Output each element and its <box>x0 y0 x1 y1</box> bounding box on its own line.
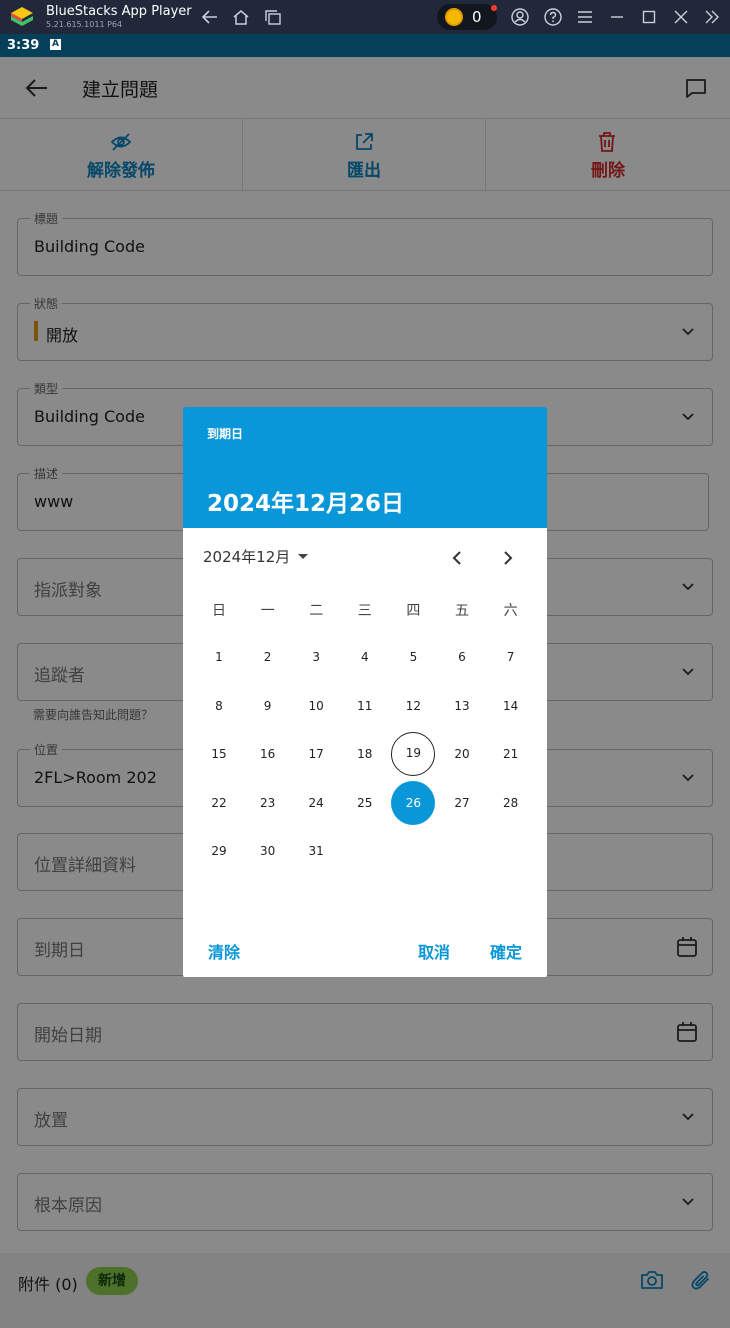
recent-apps-icon[interactable] <box>263 7 283 27</box>
close-icon[interactable] <box>671 7 691 27</box>
notification-dot <box>491 5 497 11</box>
calendar-day[interactable]: 12 <box>391 684 435 728</box>
date-picker-header: 到期日 2024年12月26日 <box>183 407 547 528</box>
coin-count: 0 <box>472 8 482 26</box>
calendar-day[interactable]: 17 <box>294 732 338 776</box>
calendar-day[interactable]: 22 <box>197 781 241 825</box>
home-icon[interactable] <box>231 7 251 27</box>
android-status-bar: 3:39 A <box>0 34 730 57</box>
weekday-label: 五 <box>455 603 469 619</box>
calendar-day[interactable]: 31 <box>294 829 338 873</box>
calendar-day[interactable]: 28 <box>489 781 533 825</box>
date-picker-title: 到期日 <box>207 427 244 441</box>
weekday-label: 一 <box>260 603 275 619</box>
menu-icon[interactable] <box>575 7 595 27</box>
calendar-day[interactable]: 6 <box>440 635 484 679</box>
calendar-day-selected[interactable]: 26 <box>391 780 436 825</box>
calendar-day[interactable]: 1 <box>197 635 241 679</box>
calendar-day[interactable]: 10 <box>294 684 338 728</box>
weekday-label: 四 <box>406 603 421 619</box>
status-time: 3:39 <box>7 38 40 53</box>
calendar-day[interactable]: 20 <box>440 732 484 776</box>
minimize-icon[interactable] <box>607 7 627 27</box>
calendar-day[interactable]: 24 <box>294 781 338 825</box>
emulator-title: BlueStacks App Player <box>46 4 192 19</box>
next-month-icon[interactable] <box>497 548 517 568</box>
calendar-day-today[interactable]: 19 <box>391 732 436 776</box>
calendar-day[interactable]: 30 <box>246 829 290 873</box>
calendar-day[interactable]: 13 <box>440 684 484 728</box>
calendar-day[interactable]: 29 <box>197 829 241 873</box>
dropdown-arrow-icon[interactable] <box>298 554 308 559</box>
calendar-day[interactable]: 9 <box>246 684 290 728</box>
calendar-day[interactable]: 18 <box>343 732 387 776</box>
calendar-day[interactable]: 15 <box>197 732 241 776</box>
help-icon[interactable] <box>543 7 563 27</box>
weekday-label: 日 <box>212 603 226 619</box>
calendar-day[interactable]: 21 <box>489 732 533 776</box>
date-picker-dialog: 到期日 2024年12月26日 2024年12月 日一二三四五六 1234567… <box>183 407 547 977</box>
back-icon[interactable] <box>200 7 220 27</box>
cancel-button[interactable]: 取消 <box>418 939 450 963</box>
bluestacks-logo-icon <box>11 7 33 26</box>
weekday-label: 二 <box>309 603 324 619</box>
maximize-icon[interactable] <box>639 7 659 27</box>
calendar-day[interactable]: 27 <box>440 781 484 825</box>
weekday-label: 三 <box>357 603 372 619</box>
expand-sidebar-icon[interactable] <box>702 7 722 27</box>
emulator-version: 5.21.615.1011 P64 <box>46 20 123 29</box>
calendar-day[interactable]: 8 <box>197 684 241 728</box>
weekday-label: 六 <box>503 603 518 619</box>
account-icon[interactable] <box>510 7 530 27</box>
emulator-title-bar: BlueStacks App Player 5.21.615.1011 P64 … <box>0 0 730 34</box>
ok-button[interactable]: 確定 <box>490 939 522 963</box>
selected-date-display: 2024年12月26日 <box>207 491 405 517</box>
month-year-selector[interactable]: 2024年12月 <box>203 546 290 567</box>
calendar-day[interactable]: 14 <box>489 684 533 728</box>
previous-month-icon[interactable] <box>448 548 468 568</box>
calendar-day[interactable]: 4 <box>343 635 387 679</box>
calendar-day[interactable]: 23 <box>246 781 290 825</box>
coin-icon <box>445 8 463 26</box>
calendar-day[interactable]: 11 <box>343 684 387 728</box>
calendar-day[interactable]: 7 <box>489 635 533 679</box>
calendar-day[interactable]: 5 <box>391 635 435 679</box>
calendar-day[interactable]: 3 <box>294 635 338 679</box>
calendar-day[interactable]: 25 <box>343 781 387 825</box>
status-notification-icon: A <box>50 39 61 50</box>
calendar-day[interactable]: 2 <box>246 635 290 679</box>
calendar-day[interactable]: 16 <box>246 732 290 776</box>
clear-button[interactable]: 清除 <box>208 939 240 963</box>
